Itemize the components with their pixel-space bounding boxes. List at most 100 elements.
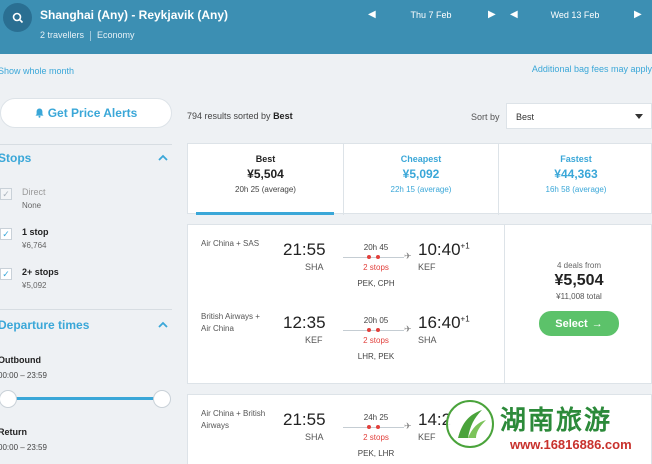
- next-depart-date-icon[interactable]: ▶: [488, 9, 496, 20]
- arrival-airport: KEF: [418, 262, 436, 272]
- return-label: Return: [0, 427, 27, 437]
- price-alerts-button[interactable]: Get Price Alerts: [0, 98, 172, 128]
- stop-dot: [367, 425, 371, 429]
- airline-name: Air China + SAS: [201, 239, 260, 248]
- stop-label: 2+ stops: [22, 267, 59, 277]
- return-leg: British Airways + Air China 12:35 KEF 20…: [188, 311, 504, 381]
- stop-dot: [376, 255, 380, 259]
- tab-duration: 22h 15 (average): [390, 185, 452, 194]
- via-airports: PEK, CPH: [357, 279, 395, 288]
- select-button[interactable]: Select →: [539, 311, 619, 336]
- chevron-up-icon[interactable]: [158, 153, 168, 163]
- travellers-count: 2 travellers: [40, 30, 85, 40]
- arrow-right-icon: →: [591, 317, 603, 330]
- search-summary[interactable]: 2 travellers Economy: [40, 30, 135, 41]
- stop-filter-1-stop[interactable]: ✓ 1 stop ¥6,764: [0, 227, 172, 263]
- outbound-label: Outbound: [0, 355, 41, 365]
- stop-label: 1 stop: [22, 227, 49, 237]
- results-sort-key: Best: [273, 111, 293, 121]
- stop-filter-direct[interactable]: ✓ Direct None: [0, 187, 172, 223]
- arrival-time-value: 10:40: [418, 240, 461, 259]
- tab-fastest[interactable]: Fastest ¥44,363 16h 58 (average): [498, 144, 652, 215]
- price-panel: 4 deals from ¥5,504 ¥11,008 total Select…: [504, 225, 652, 383]
- flight-duration: 20h 05: [363, 316, 389, 325]
- plane-icon: ✈: [404, 421, 412, 431]
- flight-duration: 24h 25: [363, 413, 389, 422]
- stop-dot: [376, 328, 380, 332]
- results-count-text: 794 results sorted by: [187, 111, 271, 121]
- divider: [0, 309, 172, 310]
- deal-price: ¥5,504: [554, 272, 604, 289]
- show-whole-month-link[interactable]: Show whole month: [0, 66, 74, 76]
- stops-count: 2 stops: [363, 336, 389, 345]
- departure-time: 12:35: [283, 313, 326, 332]
- price-alerts-label: Get Price Alerts: [47, 106, 138, 120]
- outbound-slider-start-handle[interactable]: [0, 390, 17, 408]
- departure-airport: KEF: [305, 335, 323, 345]
- active-tab-indicator: [196, 212, 334, 215]
- stops-count: 2 stops: [363, 433, 389, 442]
- watermark-logo-icon: [446, 400, 494, 448]
- next-return-date-icon[interactable]: ▶: [634, 9, 642, 20]
- watermark-url: www.16816886.com: [510, 437, 632, 452]
- watermark-text: 湖南旅游: [500, 406, 613, 436]
- direct-checkbox[interactable]: ✓: [0, 188, 12, 200]
- outbound-leg: Air China + SAS 21:55 SHA 20h 45 ✈ 2 sto…: [188, 238, 504, 308]
- flight-result-card[interactable]: Air China + SAS 21:55 SHA 20h 45 ✈ 2 sto…: [187, 224, 652, 384]
- results-summary: 794 results sorted by Best: [187, 111, 293, 121]
- tab-price: ¥5,092: [402, 167, 440, 181]
- search-icon: [12, 12, 23, 23]
- chevron-up-icon[interactable]: [158, 320, 168, 330]
- stops-section-title[interactable]: Stops: [0, 151, 31, 165]
- arrival-airport: SHA: [418, 335, 437, 345]
- outbound-slider-track[interactable]: [8, 397, 163, 400]
- total-price: ¥11,008 total: [556, 292, 602, 301]
- sort-select-value: Best: [516, 112, 535, 122]
- outbound-range: 00:00 – 23:59: [0, 371, 47, 380]
- flight-duration: 20h 45: [363, 243, 389, 252]
- route-line: [343, 255, 404, 259]
- one-stop-checkbox[interactable]: ✓: [0, 228, 12, 240]
- airline-name: British Airways + Air China: [201, 312, 260, 333]
- separator: [90, 30, 92, 41]
- stop-dot: [367, 328, 371, 332]
- divider: [0, 144, 172, 145]
- tab-best[interactable]: Best ¥5,504 20h 25 (average): [188, 144, 343, 215]
- departure-times-title[interactable]: Departure times: [0, 318, 89, 332]
- watermark: 湖南旅游 www.16816886.com: [446, 396, 652, 464]
- arrival-time: 16:40+1: [418, 313, 470, 333]
- prev-depart-date-icon[interactable]: ◀: [368, 9, 376, 20]
- return-range: 00:00 – 23:59: [0, 443, 47, 452]
- sort-tabs: Best ¥5,504 20h 25 (average) Cheapest ¥5…: [187, 143, 652, 215]
- via-airports: LHR, PEK: [357, 352, 395, 361]
- stop-price: ¥6,764: [22, 241, 47, 250]
- next-day-indicator: +1: [460, 241, 470, 251]
- stop-filter-2-plus-stops[interactable]: ✓ 2+ stops ¥5,092: [0, 267, 172, 303]
- stop-label: Direct: [22, 187, 46, 197]
- departure-airport: SHA: [305, 432, 324, 442]
- bag-fees-link[interactable]: Additional bag fees may apply: [532, 64, 652, 74]
- cabin-class: Economy: [97, 30, 135, 40]
- caret-down-icon: [635, 114, 643, 119]
- route-line: [343, 328, 404, 332]
- tab-price: ¥44,363: [554, 167, 598, 181]
- depart-date[interactable]: Thu 7 Feb: [386, 10, 476, 20]
- route-title[interactable]: Shanghai (Any) - Reykjavik (Any): [40, 8, 228, 22]
- sort-by-label: Sort by: [471, 112, 500, 122]
- tab-cheapest[interactable]: Cheapest ¥5,092 22h 15 (average): [343, 144, 498, 215]
- prev-return-date-icon[interactable]: ◀: [510, 9, 518, 20]
- tab-label: Best: [255, 154, 276, 164]
- via-airports: PEK, LHR: [357, 449, 395, 458]
- next-day-indicator: +1: [460, 314, 470, 324]
- airline-name: Air China + British Airways: [201, 409, 266, 430]
- deals-count: 4 deals from: [556, 261, 602, 270]
- sort-select[interactable]: Best: [506, 103, 652, 129]
- return-date[interactable]: Wed 13 Feb: [530, 10, 620, 20]
- outbound-slider-end-handle[interactable]: [153, 390, 171, 408]
- arrival-time-value: 16:40: [418, 313, 461, 332]
- two-plus-stops-checkbox[interactable]: ✓: [0, 268, 12, 280]
- plane-icon: ✈: [404, 251, 412, 261]
- search-button[interactable]: [3, 3, 32, 32]
- tab-label: Cheapest: [400, 154, 442, 164]
- bell-icon: [35, 108, 44, 118]
